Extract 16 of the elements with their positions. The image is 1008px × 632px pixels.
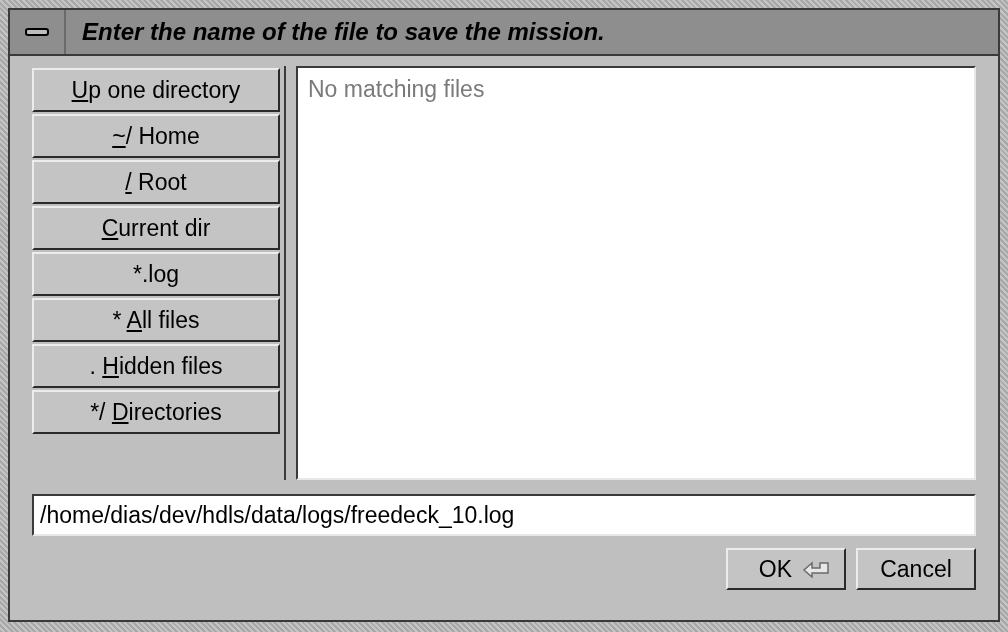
shortcut-button[interactable]: *.log [32,252,280,296]
shortcut-button[interactable]: / Root [32,160,280,204]
return-arrow-icon [802,560,830,578]
shortcut-button[interactable]: */ Directories [32,390,280,434]
cancel-button[interactable]: Cancel [856,548,976,590]
shortcut-button[interactable]: Up one directory [32,68,280,112]
shortcut-button[interactable]: * All files [32,298,280,342]
filename-field[interactable]: /home/dias/dev/hdls/data/logs/freedeck_10.log [32,494,976,536]
ok-button[interactable]: OK [726,548,846,590]
shortcut-button[interactable]: Current dir [32,206,280,250]
file-list[interactable]: No matching files [296,66,976,480]
window-title: Enter the name of the file to save the mission. [82,17,605,47]
minus-icon [25,28,49,36]
shortcut-button[interactable]: ~/ Home [32,114,280,158]
shortcut-button[interactable]: . Hidden files [32,344,280,388]
empty-message: No matching files [308,76,485,102]
